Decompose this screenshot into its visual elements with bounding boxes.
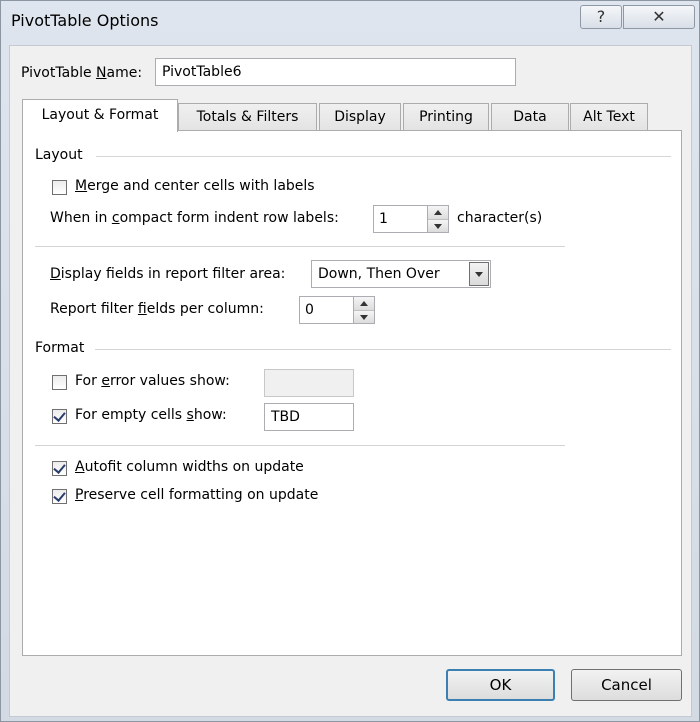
layout-format-panel: Layout Merge and center cells with label… xyxy=(22,130,682,656)
help-button[interactable]: ? xyxy=(580,5,622,29)
tab-alt-text[interactable]: Alt Text xyxy=(570,103,648,131)
indent-increase-button[interactable] xyxy=(428,206,448,219)
indent-spinner[interactable]: 1 xyxy=(373,205,449,233)
compact-indent-label: When in compact form indent row labels: xyxy=(50,210,339,226)
pivottable-name-input[interactable]: PivotTable6 xyxy=(155,58,516,86)
ok-button[interactable]: OK xyxy=(446,669,555,701)
format-inner-divider xyxy=(35,445,565,446)
error-values-checkbox[interactable] xyxy=(52,375,67,390)
empty-cells-checkbox[interactable] xyxy=(52,409,67,424)
close-button[interactable]: ✕ xyxy=(623,5,695,29)
tab-strip: Layout & Format Totals & Filters Display… xyxy=(22,99,682,132)
preserve-formatting-checkbox[interactable] xyxy=(52,489,67,504)
preserve-formatting-label: Preserve cell formatting on update xyxy=(75,487,319,503)
filter-fields-spinner[interactable]: 0 xyxy=(299,296,375,324)
merge-center-label: Merge and center cells with labels xyxy=(75,178,315,194)
close-icon: ✕ xyxy=(652,7,666,26)
chevron-down-icon xyxy=(475,271,483,277)
filter-fields-decrease-button[interactable] xyxy=(354,310,374,323)
layout-inner-divider xyxy=(35,246,565,247)
tab-display[interactable]: Display xyxy=(319,103,401,131)
arrow-up-icon xyxy=(360,301,368,306)
arrow-down-icon xyxy=(434,223,442,229)
layout-section-title: Layout xyxy=(35,147,83,163)
display-fields-value: Down, Then Over xyxy=(318,266,440,282)
layout-section-divider xyxy=(96,156,671,157)
filter-fields-increase-button[interactable] xyxy=(354,297,374,310)
dialog-title: PivotTable Options xyxy=(11,11,159,30)
indent-value: 1 xyxy=(379,211,388,227)
format-section-title: Format xyxy=(35,340,85,356)
pivottable-name-label: PivotTable Name: xyxy=(21,65,143,81)
indent-decrease-button[interactable] xyxy=(428,219,448,232)
filter-fields-label: Report filter fields per column: xyxy=(50,301,264,317)
help-icon: ? xyxy=(596,7,606,26)
tab-totals-filters[interactable]: Totals & Filters xyxy=(178,103,317,131)
empty-cells-label: For empty cells show: xyxy=(75,407,227,423)
error-values-label: For error values show: xyxy=(75,373,230,389)
autofit-label: Autofit column widths on update xyxy=(75,459,304,475)
merge-center-checkbox[interactable] xyxy=(52,180,67,195)
tab-layout-format[interactable]: Layout & Format xyxy=(22,99,178,132)
arrow-down-icon xyxy=(360,314,368,320)
format-section-divider xyxy=(95,349,671,350)
empty-cells-input[interactable]: TBD xyxy=(264,403,354,431)
checkmark-icon xyxy=(53,489,66,502)
title-bar: PivotTable Options ? ✕ xyxy=(1,1,699,45)
indent-unit-label: character(s) xyxy=(457,210,543,226)
tab-data[interactable]: Data xyxy=(491,103,569,131)
autofit-checkbox[interactable] xyxy=(52,461,67,476)
arrow-up-icon xyxy=(434,210,442,215)
tab-printing[interactable]: Printing xyxy=(403,103,489,131)
cancel-button[interactable]: Cancel xyxy=(571,669,682,701)
checkmark-icon xyxy=(53,461,66,474)
display-fields-select[interactable]: Down, Then Over xyxy=(311,260,491,288)
dialog-client-area: PivotTable Name: PivotTable6 Layout & Fo… xyxy=(9,45,692,717)
dropdown-arrow-button[interactable] xyxy=(469,262,489,286)
error-values-input[interactable] xyxy=(264,369,354,397)
display-fields-label: Display fields in report filter area: xyxy=(50,266,286,282)
filter-fields-value: 0 xyxy=(305,302,314,318)
pivottable-options-dialog: PivotTable Options ? ✕ PivotTable Name: … xyxy=(0,0,700,722)
checkmark-icon xyxy=(53,409,66,422)
